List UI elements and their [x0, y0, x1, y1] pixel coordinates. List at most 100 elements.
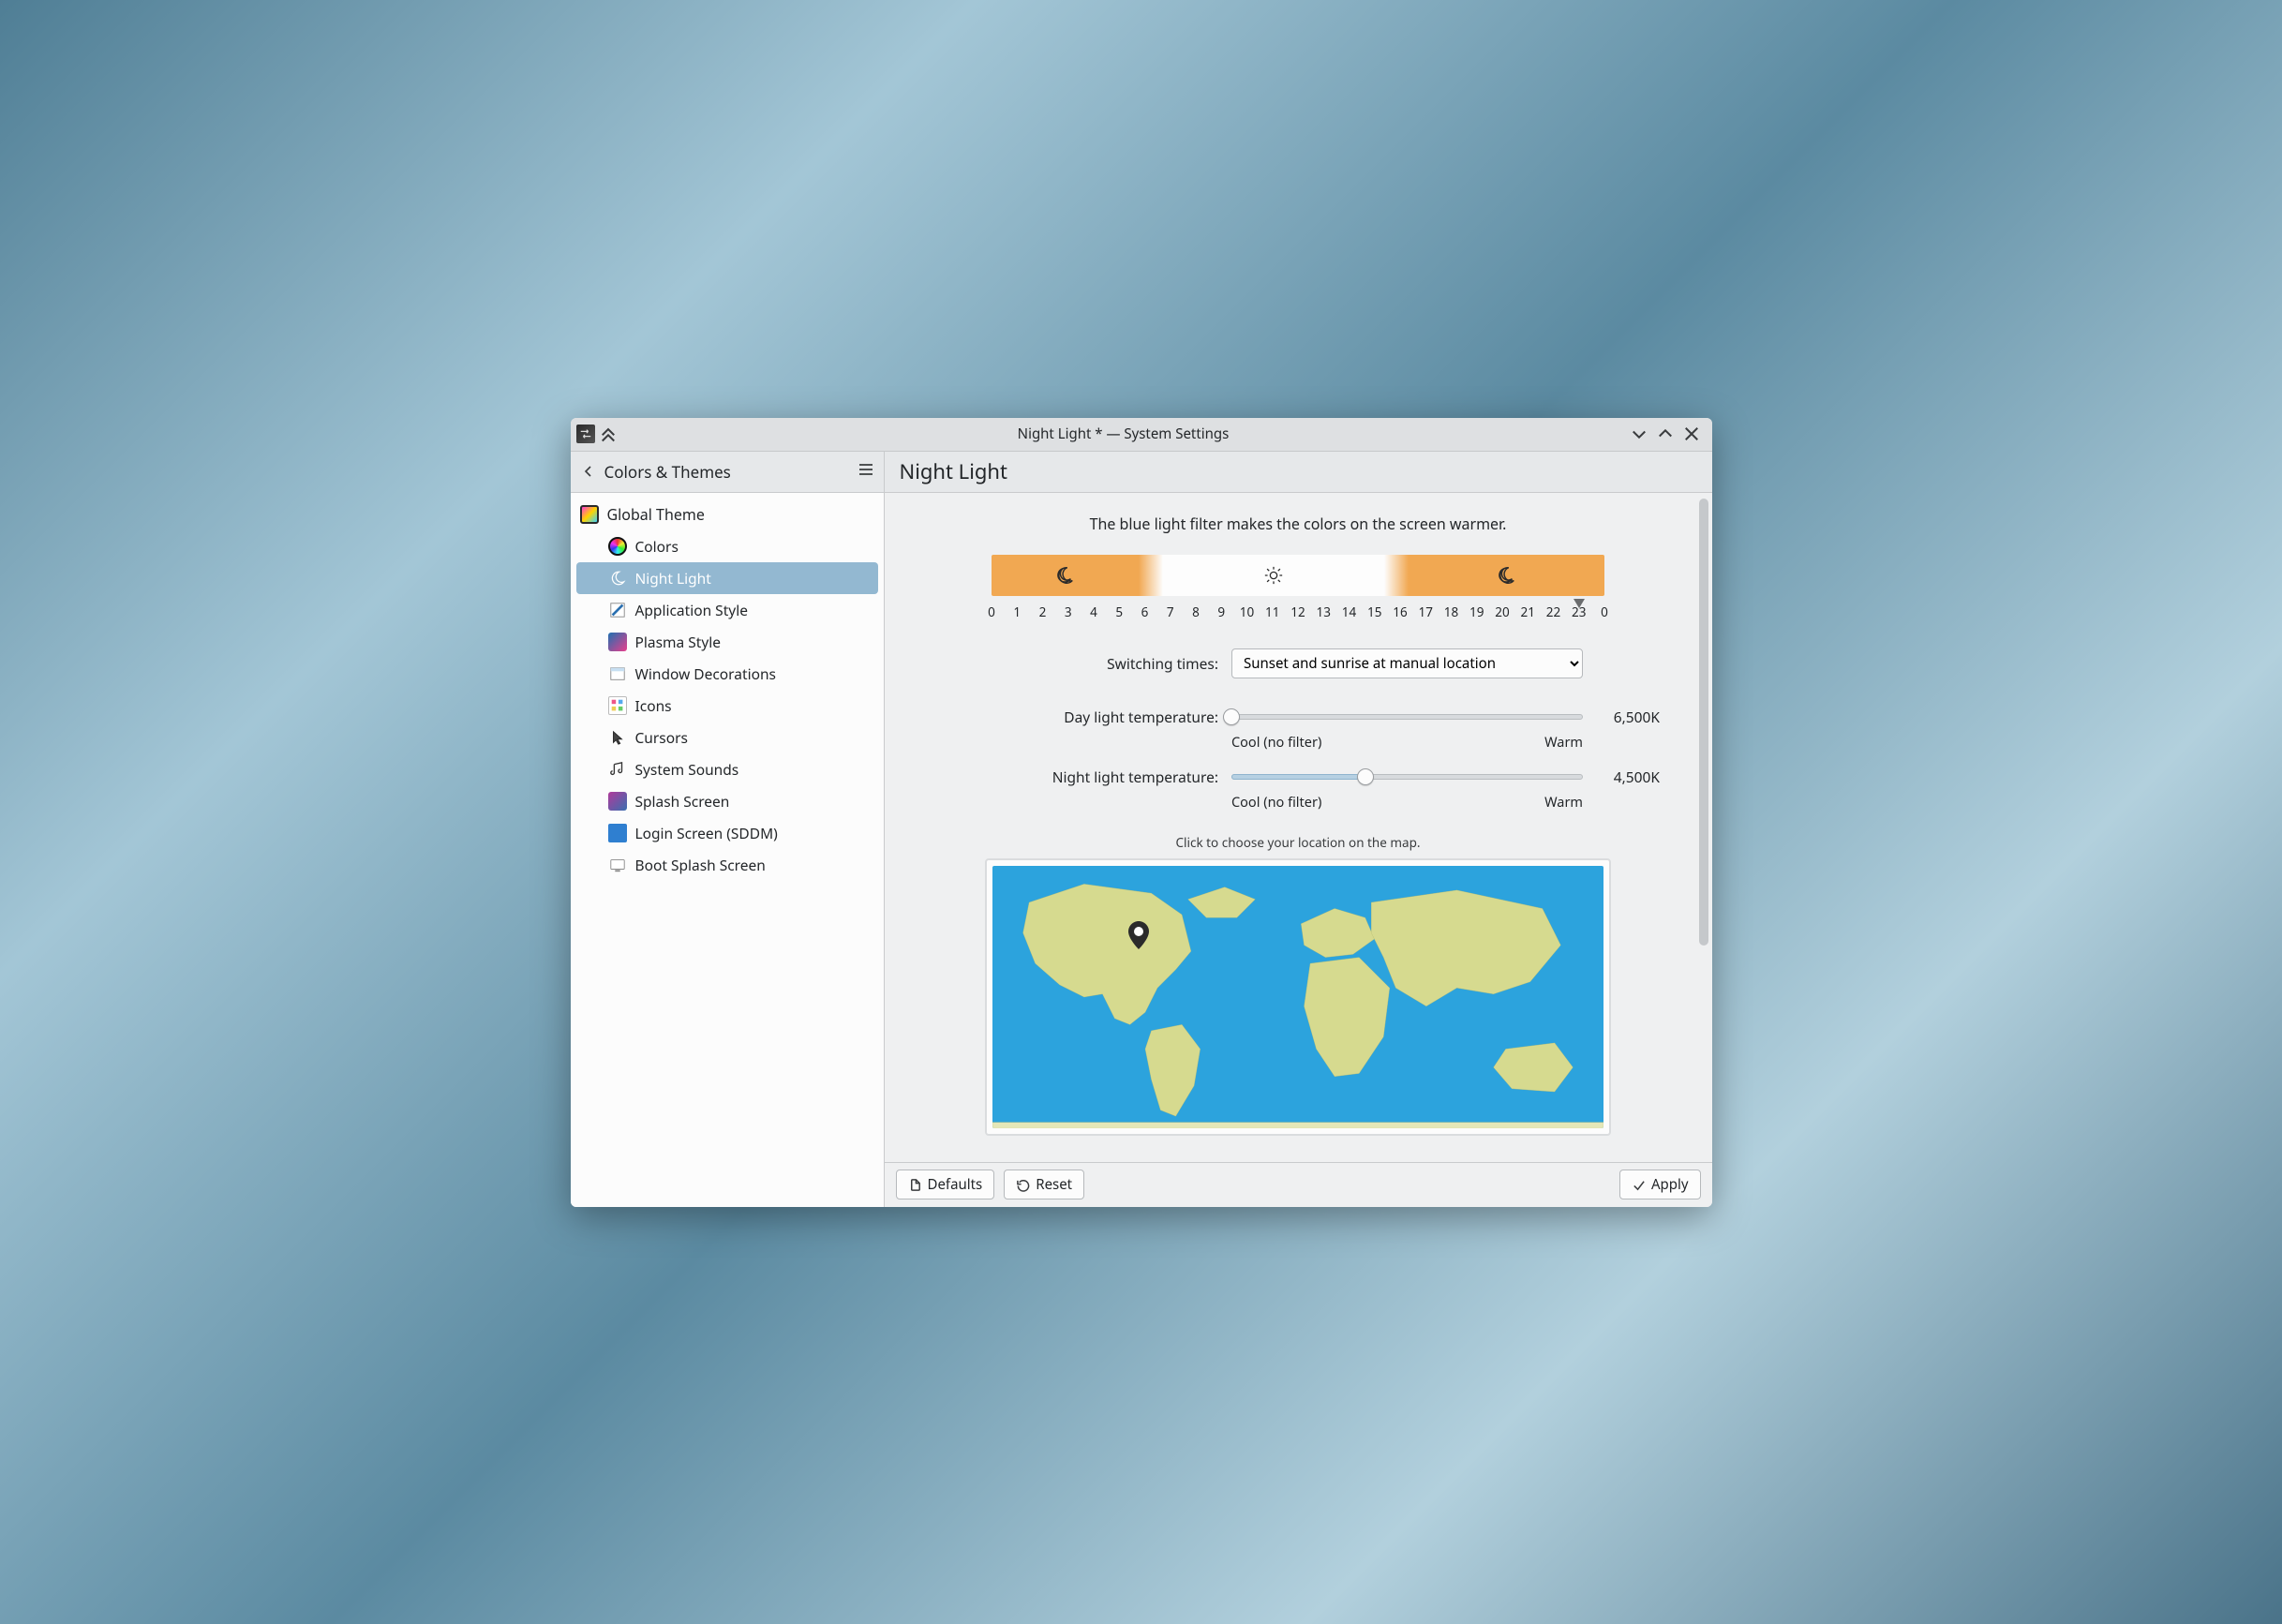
splash-screen-icon	[608, 792, 627, 811]
sidebar-item-cursors[interactable]: Cursors	[571, 722, 884, 753]
sidebar-item-label: Window Decorations	[635, 663, 776, 684]
page-title: Night Light	[900, 457, 1007, 485]
defaults-label: Defaults	[928, 1175, 983, 1194]
hour-tick: 0	[988, 603, 995, 620]
hour-tick: 21	[1521, 603, 1535, 620]
moon-icon	[1409, 555, 1604, 596]
hour-tick: 17	[1419, 603, 1433, 620]
hour-tick: 14	[1342, 603, 1356, 620]
night-temp-slider[interactable]	[1231, 767, 1583, 787]
plasma-style-icon	[608, 633, 627, 651]
hour-tick: 22	[1546, 603, 1560, 620]
hour-tick: 8	[1192, 603, 1200, 620]
content-pane: The blue light filter makes the colors o…	[885, 493, 1712, 1162]
night-temp-value: 4,500K	[1594, 767, 1660, 787]
hour-tick: 10	[1240, 603, 1254, 620]
toolbar: Colors & Themes Night Light	[571, 452, 1712, 493]
sidebar-item-colors[interactable]: Colors	[571, 530, 884, 562]
reset-button[interactable]: Reset	[1004, 1170, 1084, 1199]
sidebar-item-application-style[interactable]: Application Style	[571, 594, 884, 626]
hour-tick: 18	[1444, 603, 1458, 620]
intro-text: The blue light filter makes the colors o…	[913, 514, 1684, 534]
sidebar-item-label: Global Theme	[607, 504, 705, 525]
map-hint: Click to choose your location on the map…	[913, 834, 1684, 851]
application-style-icon	[608, 601, 627, 619]
hour-tick: 2	[1039, 603, 1047, 620]
hour-tick: 15	[1367, 603, 1381, 620]
sidebar-item-label: Plasma Style	[635, 632, 721, 652]
minimize-button[interactable]	[1630, 425, 1648, 443]
window-title: Night Light * — System Settings	[618, 425, 1630, 443]
titlebar: Night Light * — System Settings	[571, 418, 1712, 452]
night-temp-label: Night light temperature:	[937, 767, 1218, 787]
icons-icon	[608, 696, 627, 715]
day-temp-slider[interactable]	[1231, 707, 1583, 727]
apply-button[interactable]: Apply	[1619, 1170, 1701, 1199]
sidebar-item-global-theme[interactable]: Global Theme	[571, 499, 884, 530]
back-chevron-icon[interactable]	[580, 463, 597, 480]
settings-window: Night Light * — System Settings Colors &…	[571, 418, 1712, 1207]
reset-label: Reset	[1036, 1175, 1072, 1194]
sidebar-item-night-light[interactable]: Night Light	[576, 562, 878, 594]
menu-button[interactable]	[858, 461, 874, 483]
hour-tick: 4	[1090, 603, 1097, 620]
location-pin-icon[interactable]	[1127, 921, 1150, 949]
keep-above-icon[interactable]	[599, 425, 618, 443]
night-warm-label: Warm	[1544, 793, 1583, 812]
hour-tick: 16	[1393, 603, 1407, 620]
content-scrollbar[interactable]	[1699, 499, 1708, 1156]
defaults-button[interactable]: Defaults	[896, 1170, 995, 1199]
sidebar-item-window-decorations[interactable]: Window Decorations	[571, 658, 884, 690]
sun-icon	[1163, 555, 1383, 596]
system-sounds-icon	[608, 760, 627, 779]
sidebar-item-splash-screen[interactable]: Splash Screen	[571, 785, 884, 817]
sidebar-item-label: Application Style	[635, 600, 748, 620]
login-screen-icon	[608, 824, 627, 842]
day-cool-label: Cool (no filter)	[1231, 733, 1321, 752]
day-night-timeline: 012345678910111213141516171819202122230	[992, 555, 1604, 626]
hour-tick: 1	[1013, 603, 1021, 620]
world-map[interactable]	[985, 858, 1611, 1136]
close-button[interactable]	[1682, 425, 1701, 443]
sidebar-item-label: System Sounds	[635, 759, 739, 780]
sidebar: Global Theme Colors Night Light Applicat…	[571, 493, 885, 1207]
sidebar-item-label: Icons	[635, 695, 672, 716]
sidebar-item-login-screen[interactable]: Login Screen (SDDM)	[571, 817, 884, 849]
day-warm-label: Warm	[1544, 733, 1583, 752]
colors-icon	[608, 537, 627, 556]
moon-icon	[992, 555, 1139, 596]
cursors-icon	[608, 728, 627, 747]
sidebar-item-label: Cursors	[635, 727, 688, 748]
hour-tick: 13	[1317, 603, 1331, 620]
hour-tick: 3	[1065, 603, 1072, 620]
current-time-marker	[1574, 594, 1585, 613]
breadcrumb[interactable]: Colors & Themes	[604, 461, 731, 483]
global-theme-icon	[580, 505, 599, 524]
sidebar-item-icons[interactable]: Icons	[571, 690, 884, 722]
boot-splash-icon	[608, 856, 627, 874]
hour-tick: 12	[1290, 603, 1305, 620]
sidebar-item-label: Login Screen (SDDM)	[635, 823, 778, 843]
hour-tick: 7	[1167, 603, 1174, 620]
hour-tick: 19	[1469, 603, 1484, 620]
switching-times-label: Switching times:	[937, 653, 1218, 674]
hour-tick: 0	[1601, 603, 1608, 620]
window-decorations-icon	[608, 664, 627, 683]
night-cool-label: Cool (no filter)	[1231, 793, 1321, 812]
sidebar-item-boot-splash[interactable]: Boot Splash Screen	[571, 849, 884, 881]
sidebar-item-label: Night Light	[635, 568, 711, 589]
day-temp-label: Day light temperature:	[937, 707, 1218, 727]
day-temp-value: 6,500K	[1594, 707, 1660, 727]
hour-tick: 6	[1141, 603, 1149, 620]
sidebar-item-plasma-style[interactable]: Plasma Style	[571, 626, 884, 658]
hour-tick: 9	[1217, 603, 1225, 620]
sidebar-item-system-sounds[interactable]: System Sounds	[571, 753, 884, 785]
maximize-button[interactable]	[1656, 425, 1675, 443]
apply-label: Apply	[1651, 1175, 1689, 1194]
sidebar-item-label: Splash Screen	[635, 791, 730, 812]
sidebar-item-label: Colors	[635, 536, 679, 557]
hour-tick: 20	[1495, 603, 1509, 620]
app-icon	[576, 425, 595, 443]
night-light-icon	[608, 569, 627, 588]
switching-times-select[interactable]: Always offSunset and sunrise at current …	[1231, 648, 1583, 678]
